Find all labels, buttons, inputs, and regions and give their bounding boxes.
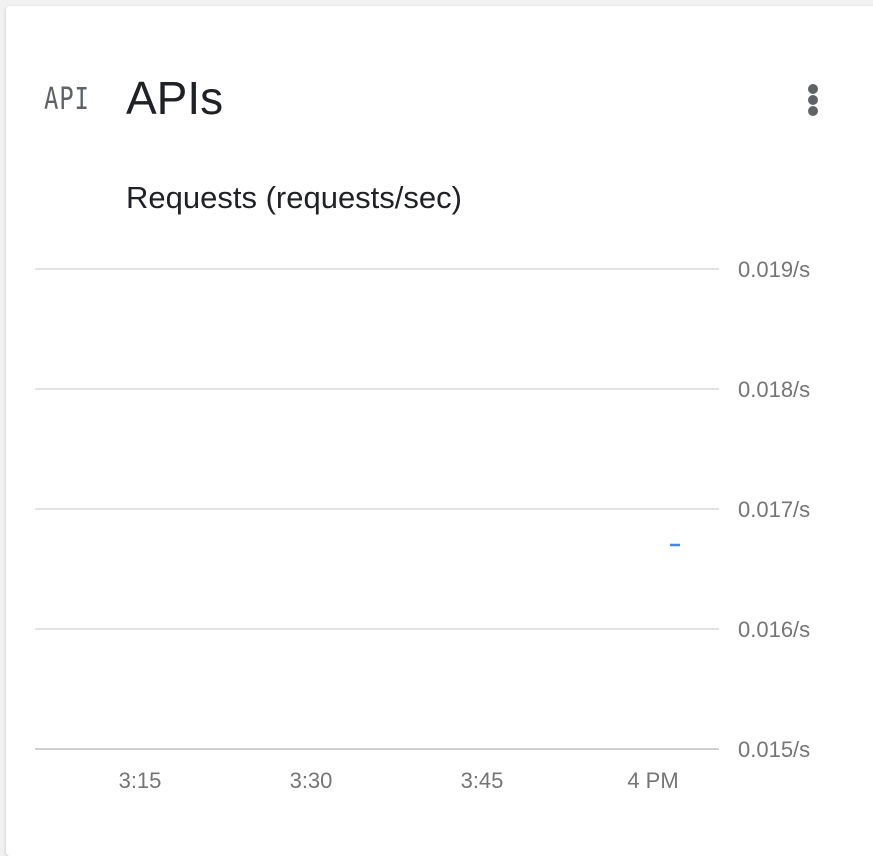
x-tick-label: 3:30 [290, 768, 333, 793]
y-tick-label: 0.019/s [738, 257, 810, 282]
y-tick-label: 0.018/s [738, 377, 810, 402]
x-tick-label: 4 PM [627, 768, 678, 793]
x-tick-label: 3:45 [461, 768, 504, 793]
apis-card: API APIs Requests (requests/sec) 0.019/s… [6, 6, 873, 856]
requests-chart: 0.019/s 0.018/s 0.017/s 0.016/s 0.015/s 3:15… [35, 257, 810, 793]
x-tick-label: 3:15 [119, 768, 162, 793]
y-tick-label: 0.016/s [738, 617, 810, 642]
y-tick-label: 0.015/s [738, 737, 810, 762]
y-tick-label: 0.017/s [738, 497, 810, 522]
